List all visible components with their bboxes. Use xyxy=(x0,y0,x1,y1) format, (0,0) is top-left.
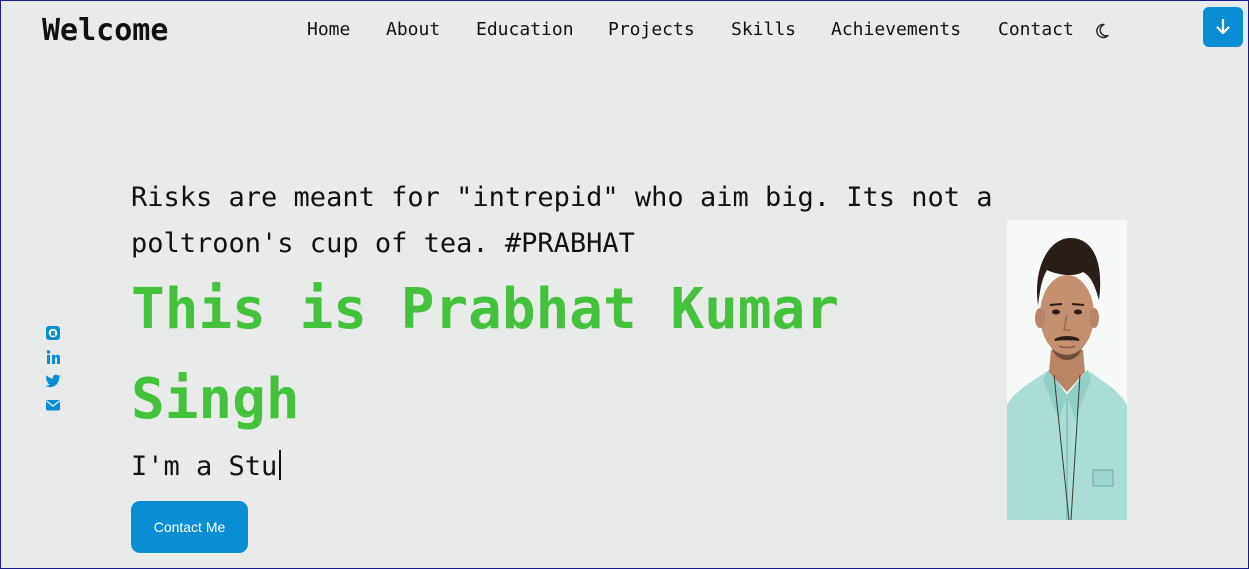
contact-me-button[interactable]: Contact Me xyxy=(131,501,248,553)
nav-item-achievements[interactable]: Achievements xyxy=(831,19,961,40)
typed-text: I'm a Stu xyxy=(131,451,278,482)
scroll-down-button[interactable] xyxy=(1203,7,1243,47)
nav-item-contact[interactable]: Contact xyxy=(998,19,1074,40)
hero-quote: Risks are meant for "intrepid" who aim b… xyxy=(131,182,993,259)
nav-item-home[interactable]: Home xyxy=(307,19,350,40)
nav-item-about[interactable]: About xyxy=(386,19,440,40)
hero-headline: This is Prabhat Kumar Singh xyxy=(131,277,840,432)
nav-item-projects[interactable]: Projects xyxy=(608,19,695,40)
arrow-down-icon xyxy=(1216,19,1230,35)
main-nav: Home About Education Projects Skills Ach… xyxy=(0,19,1249,43)
nav-item-education[interactable]: Education xyxy=(476,19,574,40)
envelope-icon[interactable] xyxy=(45,397,61,413)
nav-item-skills[interactable]: Skills xyxy=(731,19,796,40)
social-links xyxy=(45,325,61,421)
typed-text-line: I'm a Stu xyxy=(131,448,282,486)
twitter-icon[interactable] xyxy=(45,373,61,389)
profile-photo xyxy=(1007,220,1127,520)
github-icon[interactable] xyxy=(45,325,61,341)
linkedin-icon[interactable] xyxy=(45,349,61,365)
moon-icon[interactable] xyxy=(1094,22,1110,40)
typing-cursor xyxy=(279,450,282,480)
